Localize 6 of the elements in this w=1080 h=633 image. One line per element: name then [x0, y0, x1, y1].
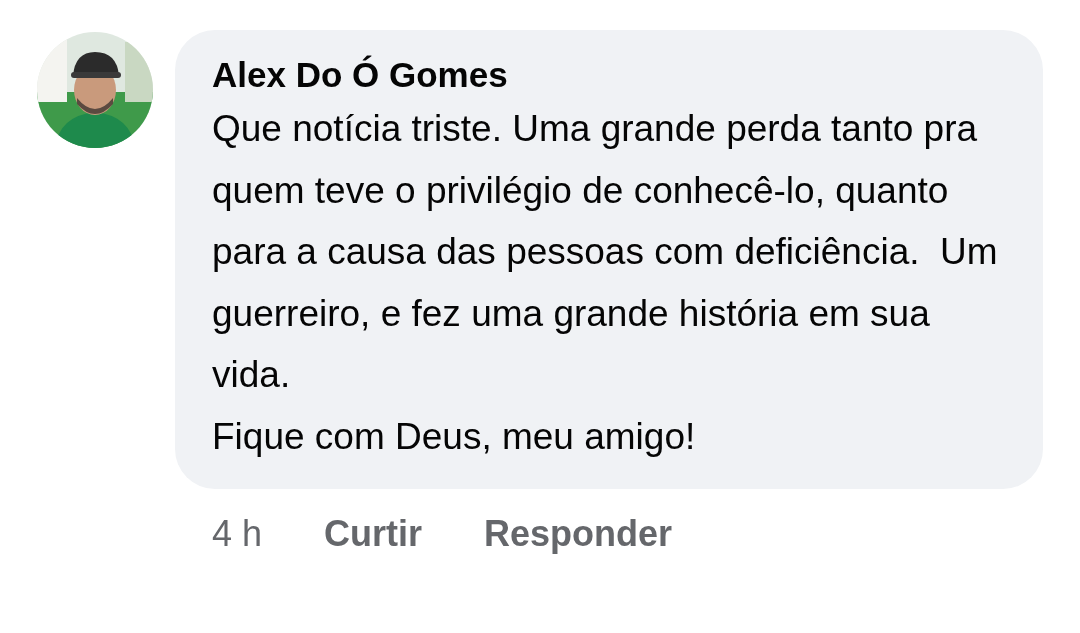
comment-text: Fique com Deus, meu amigo!	[212, 414, 697, 459]
reply-link[interactable]: Responder	[484, 513, 673, 555]
comment-text: Que notícia triste. Uma grande perda tanto pra quem teve o privilégio de conhecê-lo, quanto para a causa das pessoas com deficiência. Um guerreiro, e fez uma grande história em sua vida.	[212, 107, 999, 397]
comment-time: 4 h	[212, 513, 263, 555]
author-name: Alex Do Ó Gomes	[212, 54, 509, 96]
like-link[interactable]: Curtir	[324, 513, 423, 555]
